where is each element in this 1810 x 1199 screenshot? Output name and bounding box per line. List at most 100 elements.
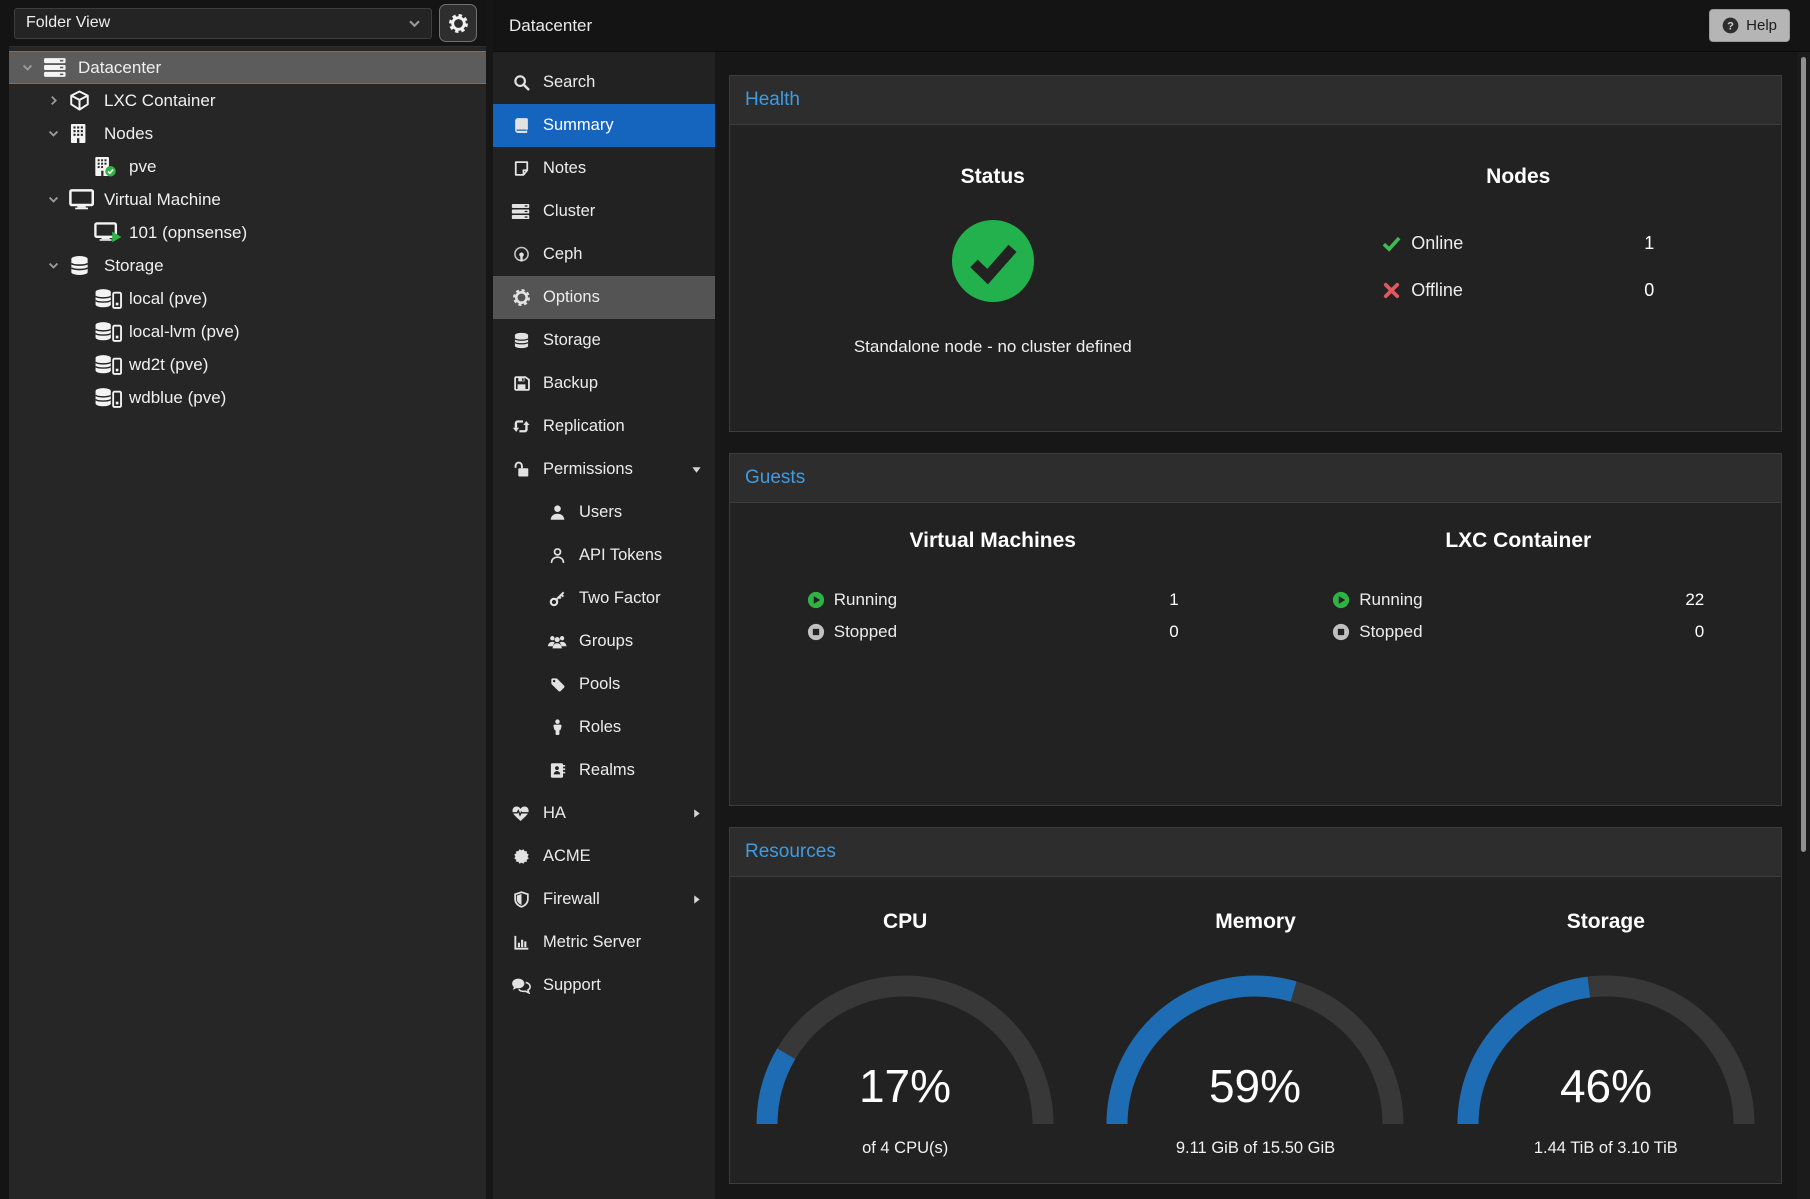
- view-mode-value: Folder View: [26, 14, 110, 32]
- caret-right-icon: [691, 894, 702, 905]
- check-circle-big-icon: [951, 219, 1035, 303]
- check-icon: [1382, 234, 1401, 253]
- tree-settings-button[interactable]: [439, 4, 477, 42]
- floppy-icon: [510, 375, 532, 392]
- menu-item-label: Options: [543, 288, 600, 307]
- vertical-scrollbar[interactable]: [1797, 52, 1810, 1199]
- gauge-arc: 46%: [1456, 974, 1756, 1126]
- chevron-down-icon[interactable]: [21, 61, 43, 74]
- database-icon: [510, 332, 532, 349]
- ceph-icon: [510, 246, 532, 263]
- building-icon: [69, 123, 99, 144]
- menu-item-groups[interactable]: Groups: [493, 620, 715, 663]
- guest-status-label: Stopped: [1359, 622, 1422, 642]
- menu-item-label: Ceph: [543, 245, 582, 264]
- guests-panel: Guests Virtual Machines Running 1: [729, 453, 1782, 806]
- resource-tree: Datacenter LXC Container Nodes: [9, 46, 486, 1199]
- menu-item-ha[interactable]: HA: [493, 792, 715, 835]
- tree-item-virtual-machine[interactable]: Virtual Machine: [9, 183, 486, 216]
- menu-item-two-factor[interactable]: Two Factor: [493, 577, 715, 620]
- menu-item-label: Metric Server: [543, 933, 641, 952]
- status-message: Standalone node - no cluster defined: [854, 337, 1132, 357]
- stop-circle-icon: [1332, 623, 1350, 641]
- tag-icon: [546, 676, 568, 693]
- datacenter-menu: Search Summary Notes: [493, 52, 715, 1199]
- chevron-down-icon[interactable]: [47, 193, 69, 206]
- menu-item-label: Users: [579, 503, 622, 522]
- chevron-down-icon[interactable]: [47, 127, 69, 140]
- menu-item-label: Storage: [543, 331, 601, 350]
- monitor-icon: [69, 189, 99, 210]
- svg-text:?: ?: [1727, 20, 1734, 32]
- gear-icon: [510, 289, 532, 306]
- menu-item-storage[interactable]: Storage: [493, 319, 715, 362]
- menu-item-firewall[interactable]: Firewall: [493, 878, 715, 921]
- scrollbar-thumb[interactable]: [1801, 57, 1806, 852]
- nodes-status-column: Nodes Online 1: [1256, 125, 1782, 431]
- building-check-icon: [94, 156, 124, 177]
- node-status-value: 1: [1644, 233, 1654, 254]
- status-heading: Status: [961, 165, 1025, 189]
- menu-item-permissions[interactable]: Permissions: [493, 448, 715, 491]
- menu-item-label: HA: [543, 804, 566, 823]
- gear-icon: [449, 14, 468, 33]
- tree-item-wd2t-pve[interactable]: wd2t (pve): [9, 348, 486, 381]
- heartbeat-icon: [510, 805, 532, 822]
- menu-item-realms[interactable]: Realms: [493, 749, 715, 792]
- caret-right-icon: [691, 808, 702, 819]
- menu-item-backup[interactable]: Backup: [493, 362, 715, 405]
- menu-item-label: Notes: [543, 159, 586, 178]
- page-title: Datacenter: [509, 16, 592, 36]
- menu-item-support[interactable]: Support: [493, 964, 715, 1007]
- resource-heading: CPU: [883, 910, 927, 934]
- guest-status-row-running: Running 1: [807, 586, 1179, 613]
- menu-item-notes[interactable]: Notes: [493, 147, 715, 190]
- play-circle-icon: [807, 591, 825, 609]
- menu-item-cluster[interactable]: Cluster: [493, 190, 715, 233]
- gauge-percent: 46%: [1560, 1060, 1652, 1112]
- menu-item-api-tokens[interactable]: API Tokens: [493, 534, 715, 577]
- menu-item-metric-server[interactable]: Metric Server: [493, 921, 715, 964]
- tree-item-101-opnsense[interactable]: 101 (opnsense): [9, 216, 486, 249]
- tree-item-label: local (pve): [129, 289, 207, 309]
- view-mode-select[interactable]: Folder View: [14, 8, 432, 39]
- guest-status-row-stopped: Stopped 0: [1332, 618, 1704, 645]
- unlock-icon: [510, 461, 532, 478]
- menu-item-acme[interactable]: ACME: [493, 835, 715, 878]
- menu-item-replication[interactable]: Replication: [493, 405, 715, 448]
- chevron-right-icon[interactable]: [47, 94, 69, 107]
- tree-item-pve[interactable]: pve: [9, 150, 486, 183]
- menu-item-ceph[interactable]: Ceph: [493, 233, 715, 276]
- tree-item-local-lvm-pve[interactable]: local-lvm (pve): [9, 315, 486, 348]
- guest-status-label: Running: [834, 590, 897, 610]
- guest-status-row-running: Running 22: [1332, 586, 1704, 613]
- tree-item-label: Virtual Machine: [104, 190, 221, 210]
- tree-item-nodes[interactable]: Nodes: [9, 117, 486, 150]
- node-status-row-online: Online 1: [1382, 233, 1654, 254]
- tree-item-label: Nodes: [104, 124, 153, 144]
- database-icon: [69, 255, 99, 276]
- cross-icon: [1382, 281, 1401, 300]
- gauge-percent: 17%: [859, 1060, 951, 1112]
- topbar: Datacenter ? Help: [493, 0, 1810, 52]
- note-icon: [510, 160, 532, 177]
- node-status-value: 0: [1644, 280, 1654, 301]
- tree-item-storage[interactable]: Storage: [9, 249, 486, 282]
- menu-item-search[interactable]: Search: [493, 61, 715, 104]
- menu-item-label: ACME: [543, 847, 591, 866]
- menu-item-options[interactable]: Options: [493, 276, 715, 319]
- tree-item-datacenter[interactable]: Datacenter: [9, 51, 486, 84]
- chevron-down-icon[interactable]: [47, 259, 69, 272]
- guest-status-value: 1: [1169, 590, 1178, 610]
- menu-item-summary[interactable]: Summary: [493, 104, 715, 147]
- health-panel: Health Status Standalone node - no clust…: [729, 75, 1782, 432]
- tree-item-wdblue-pve[interactable]: wdblue (pve): [9, 381, 486, 414]
- address-book-icon: [546, 762, 568, 779]
- help-button[interactable]: ? Help: [1709, 9, 1790, 42]
- tree-item-local-pve[interactable]: local (pve): [9, 282, 486, 315]
- menu-item-users[interactable]: Users: [493, 491, 715, 534]
- menu-item-roles[interactable]: Roles: [493, 706, 715, 749]
- resource-tree-panel: Folder View Datacenter LXC Container: [0, 0, 486, 1199]
- menu-item-pools[interactable]: Pools: [493, 663, 715, 706]
- tree-item-lxc-container[interactable]: LXC Container: [9, 84, 486, 117]
